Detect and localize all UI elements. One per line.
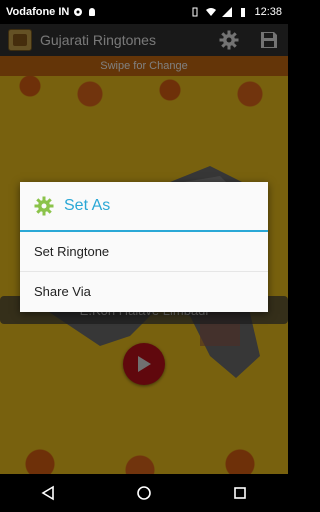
gear-icon: [34, 196, 54, 216]
chat-notification-icon: [74, 8, 83, 16]
set-as-dialog: Set As Set Ringtone Share Via: [20, 182, 268, 312]
back-button[interactable]: [36, 481, 60, 505]
notification-icons: [73, 7, 97, 17]
android-icon: [89, 8, 96, 16]
signal-icon: [222, 7, 233, 17]
carrier-label: Vodafone IN: [6, 6, 70, 18]
set-ringtone-option[interactable]: Set Ringtone: [20, 232, 268, 271]
status-bar: Vodafone IN 12:38: [0, 0, 288, 24]
dialog-title: Set As: [64, 197, 111, 214]
wifi-icon: [206, 8, 217, 16]
recents-icon: [234, 487, 246, 499]
back-icon: [41, 485, 54, 501]
clock: 12:38: [254, 6, 282, 18]
vibrate-icon: [192, 7, 198, 17]
home-icon: [137, 486, 151, 500]
navigation-bar: [0, 474, 288, 512]
battery-icon: [241, 8, 246, 17]
status-right: 12:38: [190, 6, 282, 18]
dialog-header: Set As: [20, 182, 268, 232]
recents-button[interactable]: [228, 481, 252, 505]
home-button[interactable]: [132, 481, 156, 505]
share-via-option[interactable]: Share Via: [20, 271, 268, 310]
